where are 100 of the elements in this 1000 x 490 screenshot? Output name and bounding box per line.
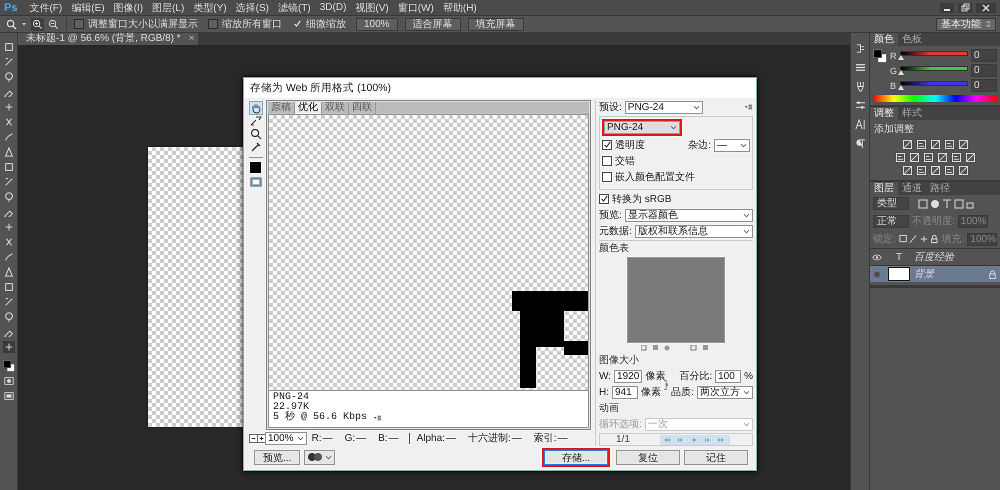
foreground-background-icon[interactable] (873, 49, 887, 63)
channel-value-field[interactable]: 0 (971, 79, 997, 92)
panel-tab[interactable]: 调整 (870, 107, 898, 120)
tool-icon[interactable] (2, 296, 14, 308)
color-table-icons-drawing[interactable] (641, 345, 711, 351)
menu-item[interactable]: 图层(L) (149, 0, 188, 14)
slice-visibility-icon[interactable] (250, 176, 262, 188)
format-dropdown[interactable]: PNG-24 (604, 121, 680, 134)
tool-icon[interactable] (2, 251, 14, 263)
zoom-preset-button[interactable]: 填充屏幕 (468, 18, 524, 30)
panel-tab[interactable]: 通道 (898, 182, 926, 195)
checkbox[interactable] (602, 156, 612, 166)
adjustment-icon[interactable] (910, 153, 918, 162)
adjustment-icon[interactable] (952, 153, 960, 162)
menu-icon[interactable] (744, 104, 753, 110)
adjustment-icon[interactable] (924, 153, 932, 162)
document-tab[interactable]: 未标题-1 @ 56.6% (背景, RGB/8) * × (18, 33, 198, 45)
tool-icon[interactable] (2, 71, 14, 83)
width-field[interactable]: 1920 (614, 370, 642, 382)
menu-item[interactable]: 文件(F) (26, 0, 66, 14)
adjustment-icon[interactable] (930, 166, 940, 175)
zoom-preset-button[interactable]: 100% (356, 18, 398, 30)
adjustment-icon[interactable] (896, 153, 904, 162)
menu-icon[interactable] (373, 415, 382, 421)
restore-icon[interactable] (958, 2, 972, 12)
adjustment-icon[interactable] (916, 166, 926, 175)
checkbox[interactable] (602, 172, 612, 182)
minimize-icon[interactable] (940, 2, 954, 12)
adjustment-icon[interactable] (938, 153, 946, 162)
tool-icon[interactable] (2, 281, 14, 293)
panel-tab[interactable]: 颜色 (870, 33, 898, 46)
menu-item[interactable]: 帮助(H) (440, 0, 480, 14)
sliders-icon[interactable] (854, 100, 866, 111)
panel-tab[interactable]: 图层 (870, 182, 898, 195)
browser-dropdown[interactable] (304, 450, 336, 464)
screen-mode-icon[interactable] (2, 390, 14, 402)
adjustment-icon[interactable] (958, 166, 968, 175)
workspace-dropdown[interactable]: 基本功能 (936, 18, 996, 30)
tool-icon[interactable] (2, 146, 14, 158)
menu-item[interactable]: 类型(Y) (190, 0, 230, 14)
tool-icon[interactable] (2, 176, 14, 188)
color-swatch[interactable] (250, 162, 261, 173)
tool-icon[interactable] (2, 41, 14, 53)
menu-item[interactable]: 选择(S) (232, 0, 272, 14)
dialog-button[interactable]: 记住 (684, 450, 748, 464)
checkbox[interactable] (208, 19, 218, 29)
adjustment-icon[interactable] (902, 166, 912, 175)
eyedropper-tool-icon[interactable] (250, 141, 262, 153)
menu-item[interactable]: 图像(I) (110, 0, 146, 14)
link-icon[interactable] (664, 377, 668, 393)
adjustment-icon[interactable] (958, 140, 968, 149)
tool-icon[interactable] (2, 56, 14, 68)
percent-field[interactable]: 100 (715, 370, 742, 382)
preset-dropdown[interactable]: PNG-24 (624, 100, 703, 114)
close-icon[interactable] (976, 2, 996, 12)
dropdown[interactable]: 显示器颜色 (624, 208, 753, 222)
view-tab[interactable]: 优化 (295, 102, 322, 114)
height-field[interactable]: 941 (612, 386, 638, 398)
tool-icon[interactable] (2, 341, 14, 353)
filter-dropdown[interactable]: 类型 (873, 197, 909, 210)
color-swatches-icon[interactable] (2, 360, 14, 372)
zoom-preset-button[interactable]: 适合屏幕 (404, 18, 461, 30)
slider-thumb[interactable] (898, 55, 904, 60)
zoom-dropdown[interactable]: 100% (265, 432, 307, 444)
properties-icon[interactable] (854, 62, 866, 73)
paragraph-icon[interactable] (854, 138, 866, 149)
color-spectrum[interactable] (873, 95, 997, 102)
lock-options-icons-drawing[interactable] (898, 234, 939, 244)
dialog-button[interactable]: 存储... (544, 450, 608, 464)
channel-value-field[interactable]: 0 (971, 64, 997, 77)
adjustment-icon[interactable] (966, 153, 974, 162)
panel-tab[interactable]: 路径 (926, 182, 954, 195)
panel-tab[interactable]: 样式 (898, 107, 926, 120)
history-icon[interactable] (854, 43, 866, 54)
hand-tool-icon[interactable] (250, 102, 262, 114)
channel-value-field[interactable]: 0 (971, 49, 997, 62)
adjustment-icon[interactable] (944, 166, 954, 175)
slice-select-tool-icon[interactable] (250, 115, 262, 127)
tool-icon[interactable] (2, 311, 14, 323)
eye-icon[interactable] (872, 254, 882, 260)
zoom-tool-icon[interactable] (250, 128, 262, 140)
dialog-button[interactable]: 复位 (616, 450, 680, 464)
panel-tab[interactable]: 色板 (898, 33, 926, 46)
adjustment-icon[interactable] (930, 140, 940, 149)
adjustment-icon[interactable] (902, 140, 912, 149)
slider-thumb[interactable] (898, 70, 904, 75)
close-tab-button[interactable]: × (188, 33, 194, 45)
tool-icon[interactable] (2, 191, 14, 203)
menu-item[interactable]: 编辑(E) (68, 0, 108, 14)
tool-icon[interactable] (2, 266, 14, 278)
adjustment-icon[interactable] (916, 140, 926, 149)
checkbox[interactable] (599, 194, 609, 204)
character-icon[interactable] (854, 119, 866, 130)
zoom-in-icon[interactable] (31, 18, 44, 30)
tool-icon[interactable] (2, 131, 14, 143)
tool-icon[interactable] (2, 221, 14, 233)
caret-icon[interactable] (21, 21, 27, 27)
quick-mask-icon[interactable] (2, 375, 14, 387)
zoom-out-icon[interactable] (48, 18, 59, 30)
preview-button[interactable]: 预览... (254, 450, 300, 464)
